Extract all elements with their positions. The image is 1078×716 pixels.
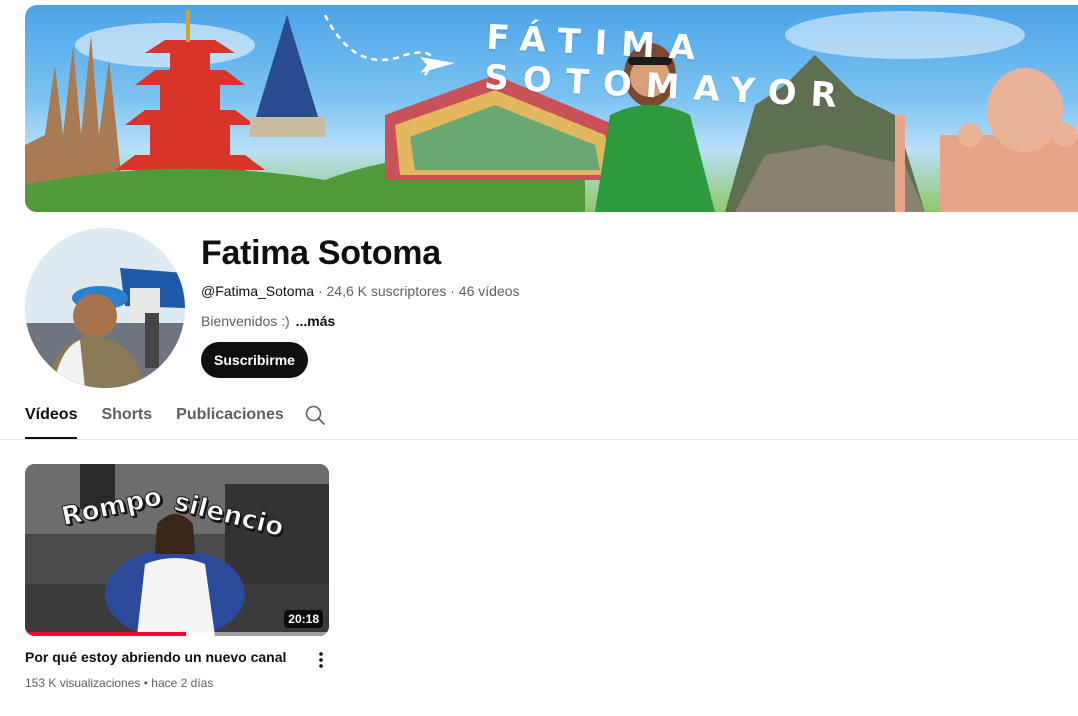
video-thumbnail[interactable]: Rompo silencio 20:18 [25,464,329,636]
channel-handle[interactable]: @Fatima_Sotoma [201,283,314,299]
tab-shorts[interactable]: Shorts [101,396,152,439]
meta-separator: · [317,283,323,299]
video-count: 46 vídeos [458,283,520,299]
tabs-divider [0,439,1078,440]
channel-banner: FÁTIMA SOTOMAYOR [25,5,1078,212]
watch-progress-track [25,632,329,636]
channel-name: Fatima Sotoma [201,234,441,272]
meta-separator: · [450,283,455,299]
more-vert-icon[interactable] [312,650,330,670]
description-text: Bienvenidos :) [201,313,290,329]
video-meta: 153 K visualizaciones • hace 2 días [25,676,213,690]
tab-videos[interactable]: Vídeos [25,396,78,439]
upload-age: hace 2 días [151,676,214,690]
view-count: 153 K visualizaciones [25,676,141,690]
video-title[interactable]: Por qué estoy abriendo un nuevo canal [25,649,286,665]
more-link[interactable]: ...más [296,313,336,329]
video-duration: 20:18 [284,610,323,628]
tab-posts[interactable]: Publicaciones [176,396,284,439]
watch-progress-bar [25,632,187,636]
channel-description[interactable]: Bienvenidos :) ...más [201,313,335,329]
search-icon[interactable] [304,404,326,426]
meta-separator: • [143,676,148,690]
subscriber-count: 24,6 K suscriptores [326,283,447,299]
channel-tabs: Vídeos Shorts Publicaciones [25,396,325,440]
channel-meta: @Fatima_Sotoma · 24,6 K suscriptores · 4… [201,283,520,299]
subscribe-button[interactable]: Suscribirme [201,342,308,378]
channel-avatar[interactable] [25,228,185,388]
avatar-photo [25,228,185,388]
